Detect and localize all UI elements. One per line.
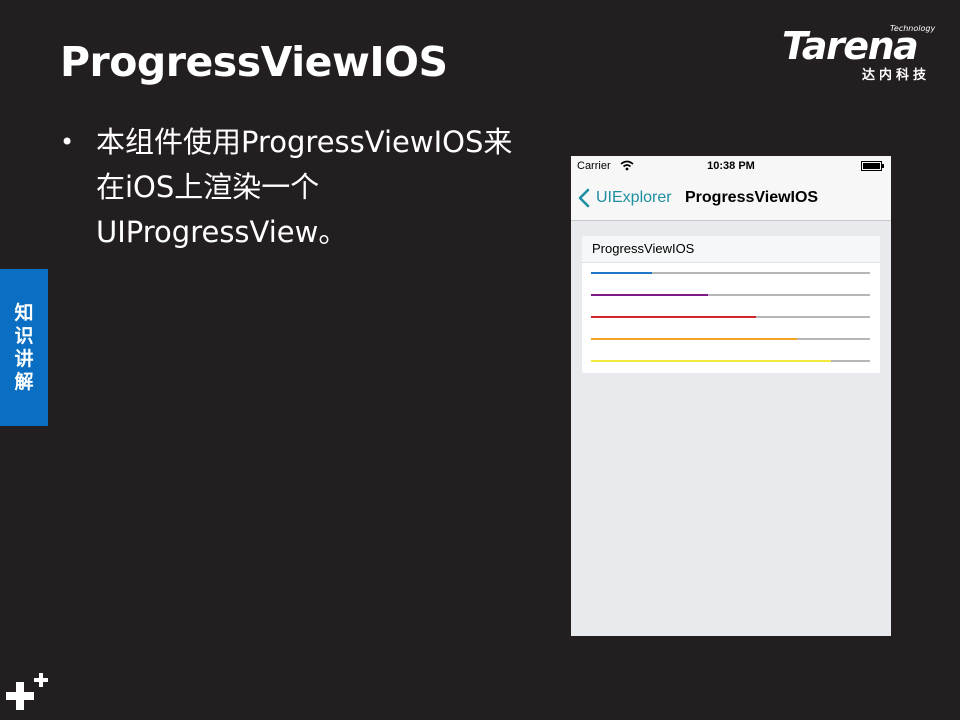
side-tab-char: 识 xyxy=(14,324,34,347)
tarena-logo: Technology Tarena 达内科技 xyxy=(780,22,945,83)
navigation-bar: UIExplorer ProgressViewIOS xyxy=(571,176,891,221)
status-bar: Carrier 10:38 PM xyxy=(571,156,891,176)
status-time: 10:38 PM xyxy=(707,160,755,172)
nav-title: ProgressViewIOS xyxy=(685,189,819,206)
progress-fill xyxy=(591,294,709,296)
side-tab-char: 知 xyxy=(14,301,34,324)
chevron-left-icon xyxy=(578,188,590,208)
logo-wordmark: Tarena xyxy=(782,24,919,68)
logo-subtitle: 达内科技 xyxy=(862,68,931,83)
bullet-line-1: 本组件使用ProgressViewIOS来 xyxy=(96,125,513,159)
progress-bar xyxy=(591,360,870,362)
progress-fill xyxy=(591,360,831,362)
progress-fill xyxy=(591,272,653,274)
slide-title: ProgressViewIOS xyxy=(60,38,448,86)
side-tab-char: 解 xyxy=(14,370,34,393)
back-button[interactable]: UIExplorer xyxy=(578,187,672,209)
side-tab-knowledge: 知 识 讲 解 xyxy=(0,269,48,426)
side-tab-char: 讲 xyxy=(14,347,34,370)
bullet-glyph: • xyxy=(60,128,75,156)
back-button-label: UIExplorer xyxy=(596,189,672,206)
progress-fill xyxy=(591,338,798,340)
plus-decoration-icon xyxy=(6,673,48,710)
battery-icon xyxy=(861,161,884,171)
bullet-point: • 本组件使用ProgressViewIOS来 在iOS上渲染一个 UIProg… xyxy=(60,120,550,255)
progress-bar xyxy=(591,338,870,340)
progress-card: ProgressViewIOS xyxy=(582,236,880,373)
bullet-line-2: 在iOS上渲染一个 xyxy=(96,170,320,204)
progress-fill xyxy=(591,316,756,318)
progress-bar xyxy=(591,294,870,296)
ios-simulator-screen: Carrier 10:38 PM UIExplorer ProgressView… xyxy=(571,156,891,636)
card-header: ProgressViewIOS xyxy=(582,236,880,263)
progress-bar xyxy=(591,272,870,274)
bullet-line-3: UIProgressView。 xyxy=(96,215,348,249)
progress-bar xyxy=(591,316,870,318)
